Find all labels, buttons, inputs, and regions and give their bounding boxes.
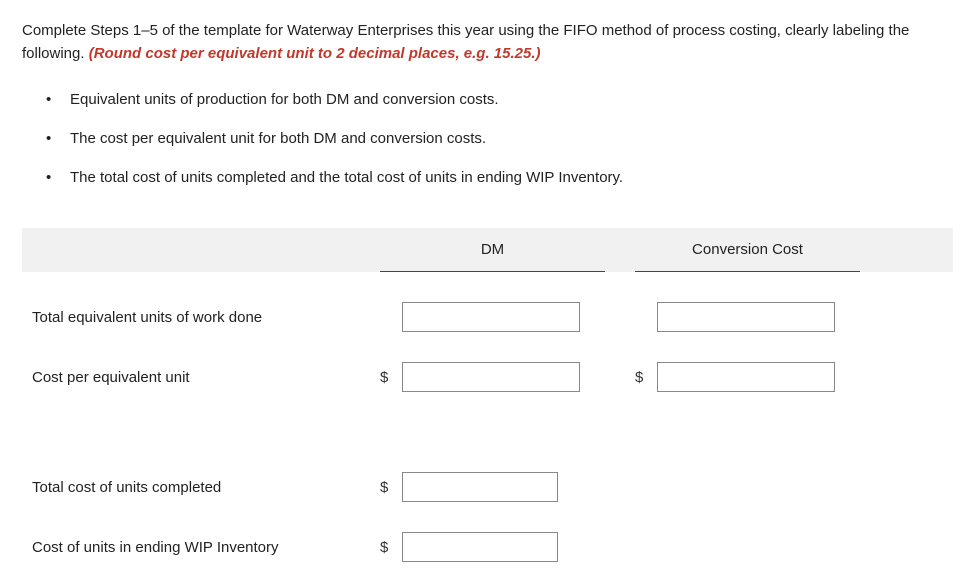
total-cost-completed-input[interactable] (402, 472, 558, 502)
cost-per-unit-dm-input[interactable] (402, 362, 580, 392)
list-item: Equivalent units of production for both … (46, 89, 953, 110)
table-row: Total equivalent units of work done (22, 302, 953, 332)
row-label: Cost per equivalent unit (22, 369, 380, 386)
table-row: Cost of units in ending WIP Inventory $ (22, 532, 953, 562)
list-item: The cost per equivalent unit for both DM… (46, 128, 953, 149)
table-header-row: DM Conversion Cost (22, 228, 953, 272)
currency-symbol: $ (380, 479, 402, 496)
table-row: Total cost of units completed $ (22, 472, 953, 502)
instructions-block: Complete Steps 1–5 of the template for W… (22, 20, 953, 65)
currency-symbol: $ (380, 369, 402, 386)
instructions-hint: (Round cost per equivalent unit to 2 dec… (89, 45, 541, 62)
list-item: The total cost of units completed and th… (46, 167, 953, 188)
equiv-units-dm-input[interactable] (402, 302, 580, 332)
column-header-dm: DM (380, 228, 605, 272)
equiv-units-cc-input[interactable] (657, 302, 835, 332)
currency-symbol: $ (380, 539, 402, 556)
column-header-conversion: Conversion Cost (635, 228, 860, 272)
row-label: Total equivalent units of work done (22, 309, 380, 326)
worksheet-table: DM Conversion Cost Total equivalent unit… (22, 228, 953, 562)
cost-per-unit-cc-input[interactable] (657, 362, 835, 392)
row-label: Cost of units in ending WIP Inventory (22, 539, 380, 556)
bullet-list: Equivalent units of production for both … (22, 89, 953, 188)
row-label: Total cost of units completed (22, 479, 380, 496)
table-row: Cost per equivalent unit $ $ (22, 362, 953, 392)
ending-wip-cost-input[interactable] (402, 532, 558, 562)
currency-symbol: $ (635, 369, 657, 386)
